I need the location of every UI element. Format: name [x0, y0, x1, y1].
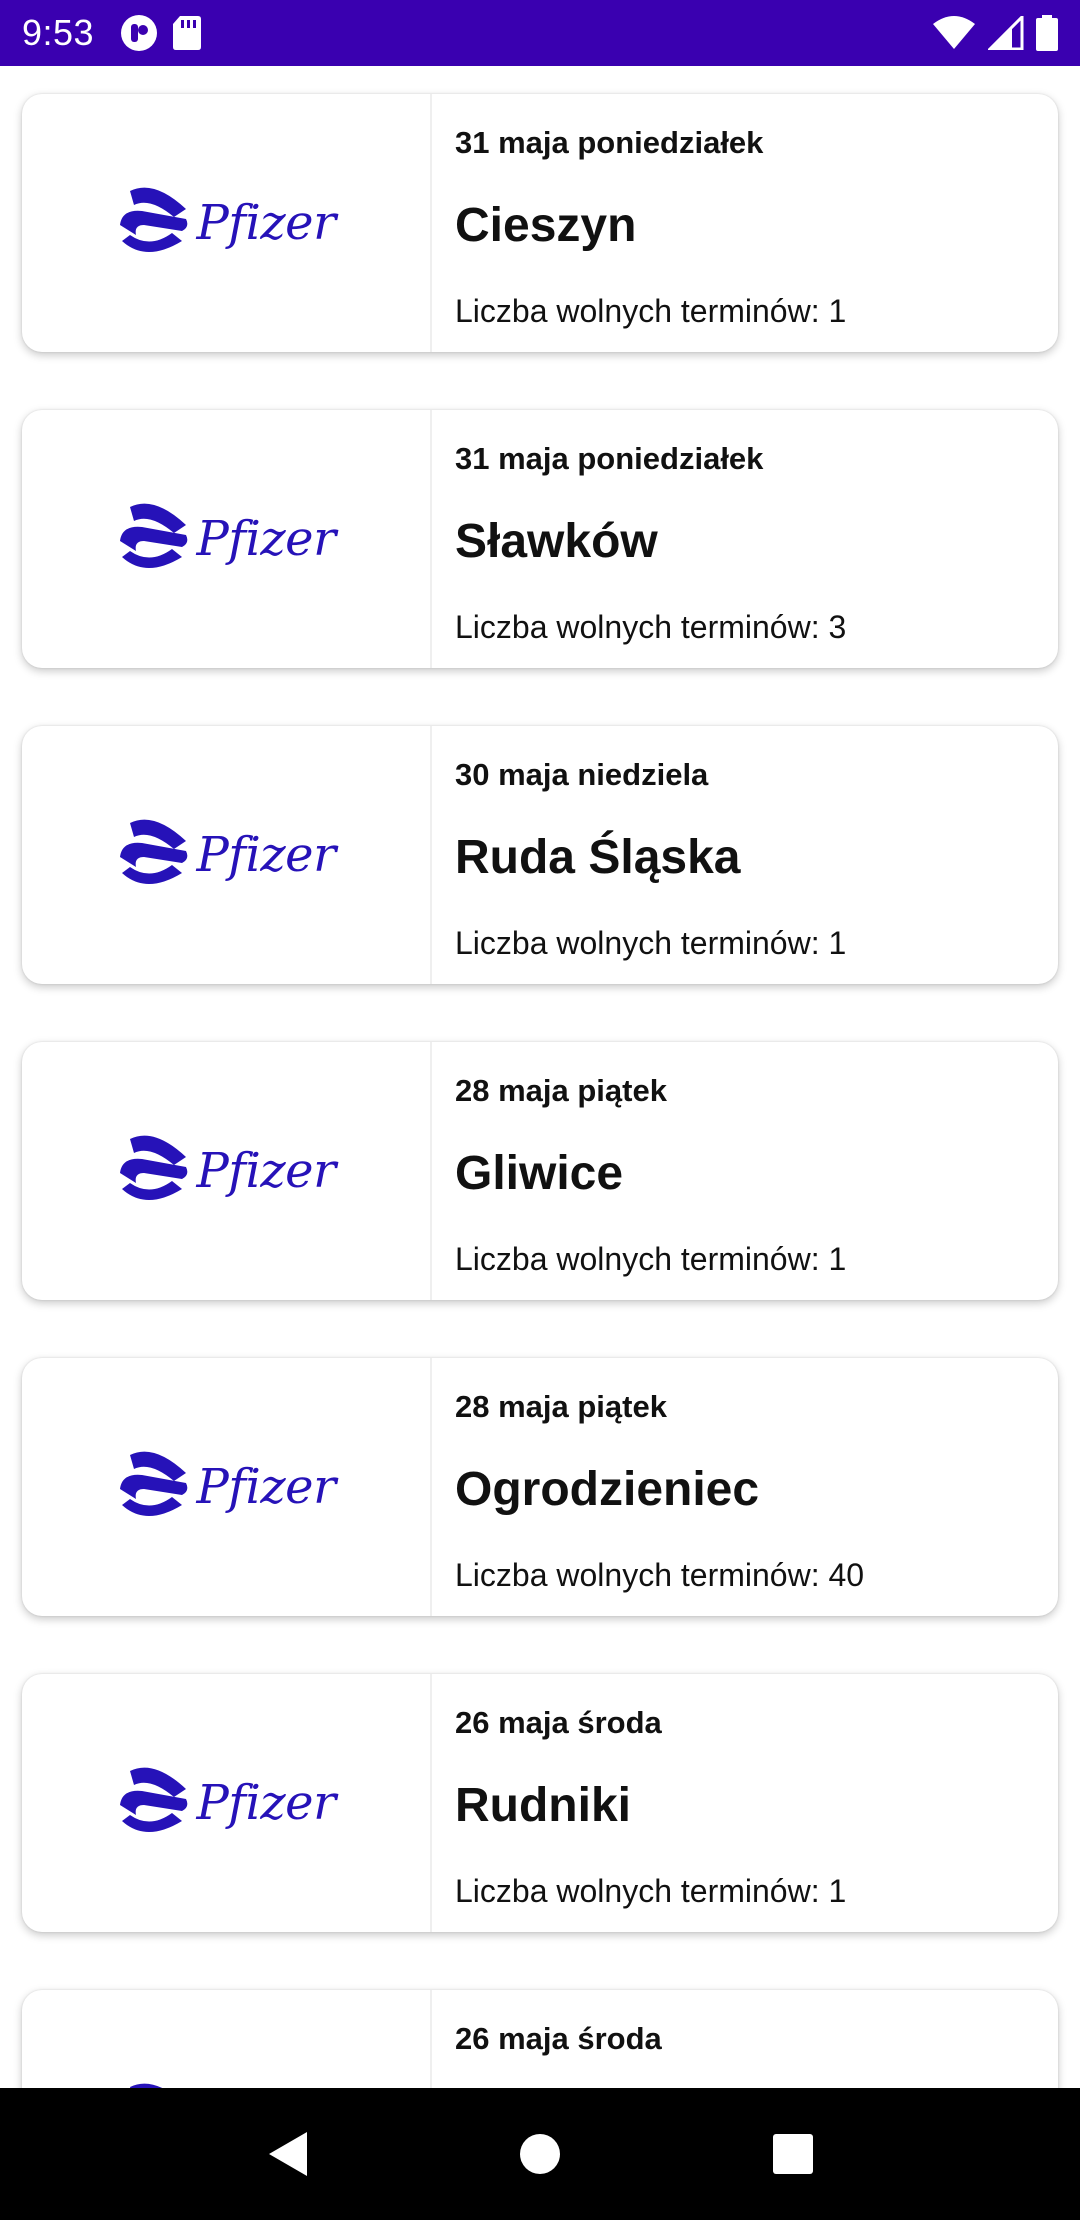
appointment-card[interactable]: Pfizer 26 maja środa Rudniki Liczba woln… — [22, 1674, 1058, 1932]
card-slots: Liczba wolnych terminów: 3 — [455, 609, 847, 645]
card-date: 30 maja niedziela — [455, 757, 709, 792]
card-slots: Liczba wolnych terminów: 1 — [455, 293, 847, 329]
pfizer-logo-icon — [120, 503, 188, 568]
appointment-card[interactable]: Pfizer 31 maja poniedziałek Sławków Licz… — [22, 410, 1058, 668]
card-slots: Liczba wolnych terminów: 1 — [455, 925, 847, 961]
recents-icon[interactable] — [771, 2132, 815, 2176]
card-date: 26 maja środa — [455, 1705, 662, 1740]
appointment-card[interactable]: Pfizer 26 maja środa — [22, 1990, 1058, 2088]
navigation-bar — [0, 2088, 1080, 2220]
card-logo-area: Pfizer — [22, 1042, 432, 1300]
card-logo-area: Pfizer — [22, 1358, 432, 1616]
appointment-card[interactable]: Pfizer 31 maja poniedziałek Cieszyn Licz… — [22, 94, 1058, 352]
card-date: 26 maja środa — [455, 2021, 662, 2056]
pfizer-logo-icon — [120, 1451, 188, 1516]
pfizer-logo: Pfizer — [116, 815, 336, 895]
card-slots: Liczba wolnych terminów: 40 — [455, 1557, 865, 1593]
card-logo-area: Pfizer — [22, 1990, 432, 2088]
pocket-casts-icon — [121, 15, 158, 51]
card-date: 31 maja poniedziałek — [455, 441, 764, 476]
pfizer-logo: Pfizer — [116, 499, 336, 579]
card-date: 31 maja poniedziałek — [455, 125, 764, 160]
card-city: Ogrodzieniec — [455, 1463, 760, 1516]
back-icon[interactable] — [265, 2130, 309, 2178]
pfizer-logo-text: Pfizer — [196, 195, 336, 251]
card-logo-area: Pfizer — [22, 410, 432, 668]
wifi-icon — [933, 16, 975, 49]
appointment-card[interactable]: Pfizer 28 maja piątek Gliwice Liczba wol… — [22, 1042, 1058, 1300]
signal-icon — [988, 16, 1024, 50]
card-city: Ruda Śląska — [455, 831, 741, 884]
card-slots: Liczba wolnych terminów: 1 — [455, 1241, 847, 1277]
card-city: Rudniki — [455, 1779, 631, 1832]
pfizer-logo-text: Pfizer — [196, 1775, 336, 1831]
pfizer-logo: Pfizer — [116, 1131, 336, 1211]
pfizer-logo-icon — [120, 1135, 188, 1200]
card-slots: Liczba wolnych terminów: 1 — [455, 1873, 847, 1909]
status-time: 9:53 — [22, 12, 95, 53]
card-date: 28 maja piątek — [455, 1389, 667, 1424]
pfizer-logo: Pfizer — [116, 1447, 336, 1527]
appointment-card[interactable]: Pfizer 30 maja niedziela Ruda Śląska Lic… — [22, 726, 1058, 984]
battery-icon — [1036, 15, 1058, 51]
pfizer-logo-icon — [120, 187, 188, 252]
appointment-card[interactable]: Pfizer 28 maja piątek Ogrodzieniec Liczb… — [22, 1358, 1058, 1616]
pfizer-logo-icon — [120, 819, 188, 884]
card-city: Cieszyn — [455, 199, 637, 252]
card-city: Sławków — [455, 515, 658, 568]
card-logo-area: Pfizer — [22, 726, 432, 984]
pfizer-logo-text: Pfizer — [196, 511, 336, 567]
card-logo-area: Pfizer — [22, 94, 432, 352]
pfizer-logo-text: Pfizer — [196, 1459, 336, 1515]
card-date: 28 maja piątek — [455, 1073, 667, 1108]
status-bar: 9:53 — [0, 0, 1080, 66]
pfizer-logo: Pfizer — [116, 2079, 335, 2088]
card-logo-area: Pfizer — [22, 1674, 432, 1932]
pfizer-logo-text: Pfizer — [196, 1143, 336, 1199]
card-city: Gliwice — [455, 1147, 624, 1200]
pfizer-logo-icon — [130, 2083, 163, 2088]
pfizer-logo: Pfizer — [116, 183, 336, 263]
sd-card-icon — [173, 16, 202, 50]
pfizer-logo-text: Pfizer — [196, 827, 336, 883]
home-icon[interactable] — [518, 2132, 562, 2176]
pfizer-logo-icon — [120, 1767, 188, 1832]
pfizer-logo: Pfizer — [116, 1763, 336, 1843]
appointment-list[interactable]: Pfizer 31 maja poniedziałek Cieszyn Licz… — [0, 66, 1080, 2088]
